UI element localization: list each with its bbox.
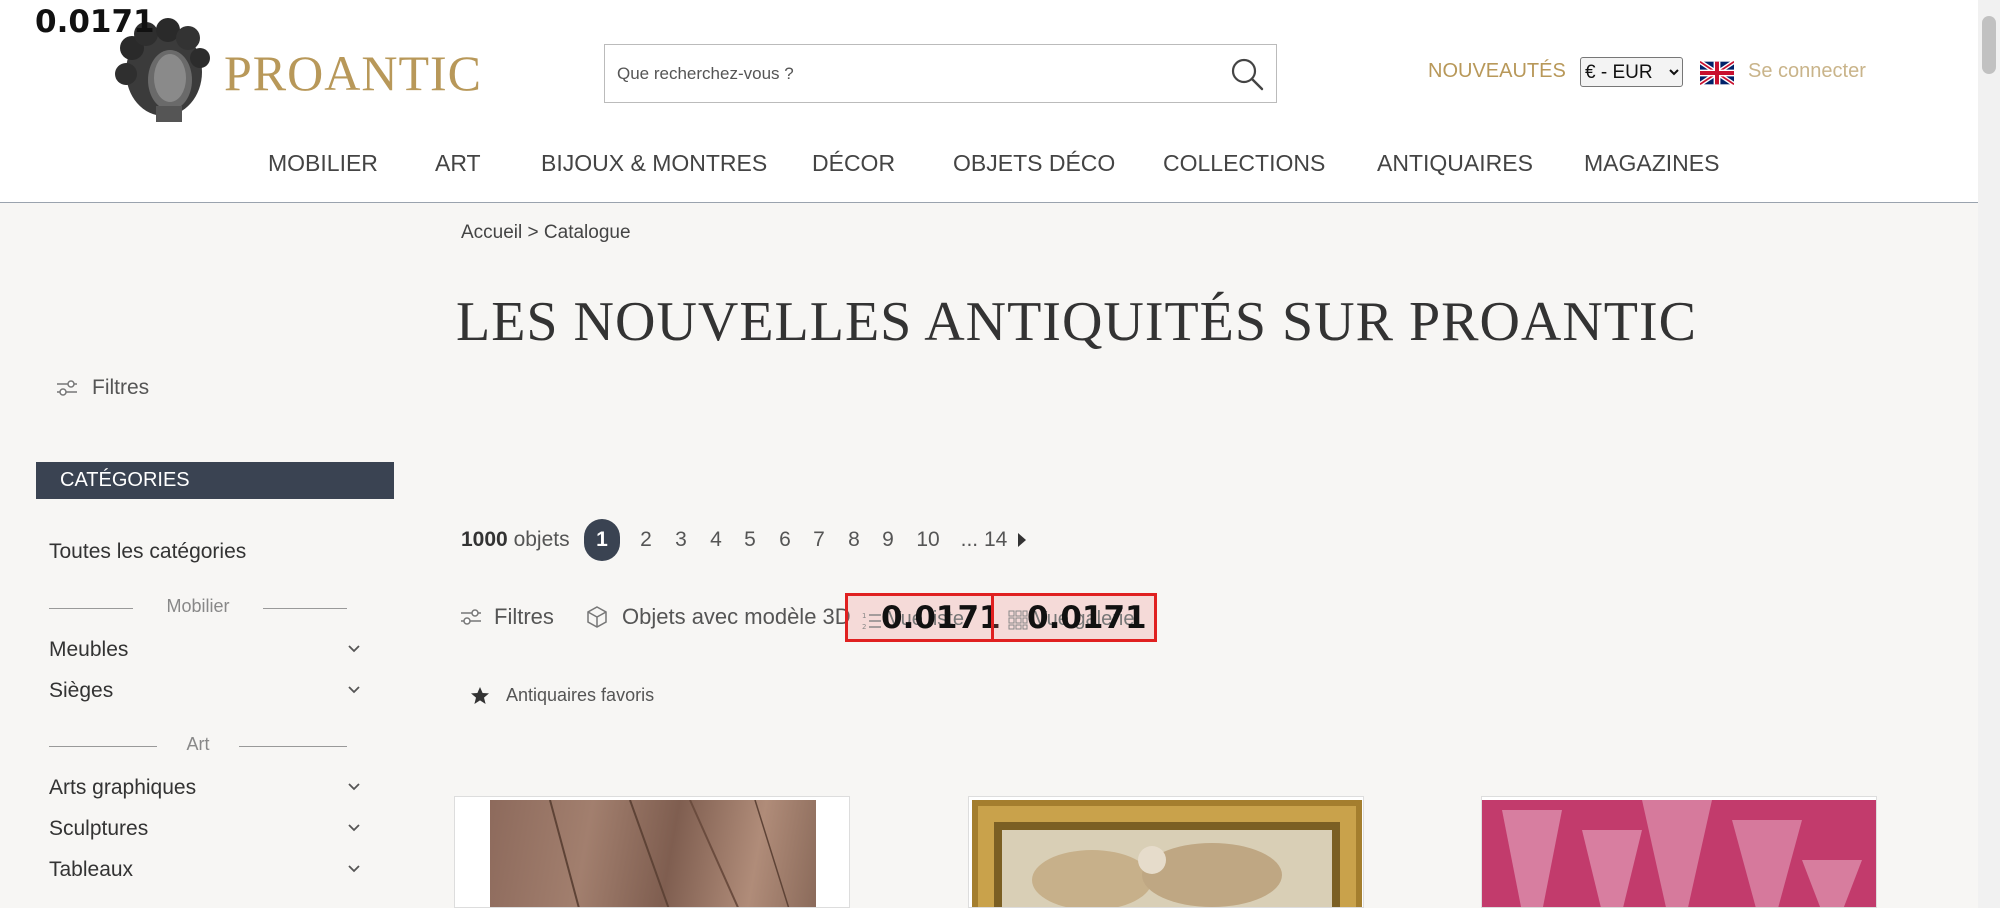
nav-mobilier[interactable]: MOBILIER	[268, 150, 378, 177]
main-filters-label: Filtres	[494, 604, 554, 629]
sidebar-filters-label: Filtres	[92, 376, 150, 399]
objects-3d-label: Objets avec modèle 3D	[622, 604, 851, 629]
filters-icon	[57, 380, 77, 396]
product-image[interactable]	[1482, 800, 1876, 907]
nouveautes-link[interactable]: NOUVEAUTÉS	[1428, 60, 1566, 83]
nav-decor[interactable]: DÉCOR	[812, 150, 895, 177]
page-9[interactable]: 9	[876, 519, 900, 561]
page-1[interactable]: 1	[584, 519, 620, 561]
sidebar-item-sculptures[interactable]: Sculptures	[49, 817, 148, 841]
divider	[239, 746, 347, 747]
item-count: 1000 objets	[461, 528, 570, 552]
sidebar-item-tableaux[interactable]: Tableaux	[49, 858, 133, 882]
overlay-score-gallery: 0.0171	[1027, 600, 1147, 636]
group-mobilier-label: Mobilier	[166, 596, 230, 616]
chevron-down-icon[interactable]	[346, 820, 362, 836]
nav-objets-deco[interactable]: OBJETS DÉCO	[953, 150, 1115, 177]
page-6[interactable]: 6	[773, 519, 797, 561]
sidebar-item-sieges[interactable]: Sièges	[49, 679, 113, 703]
search-bar	[604, 44, 1277, 103]
categories-header: CATÉGORIES	[36, 462, 394, 499]
grid-view-icon	[1008, 610, 1028, 629]
filters-icon	[461, 609, 481, 625]
star-icon	[471, 686, 489, 704]
sidebar-item-arts-graphiques[interactable]: Arts graphiques	[49, 776, 196, 800]
main-nav: MOBILIER ART BIJOUX & MONTRES DÉCOR OBJE…	[0, 150, 1978, 180]
group-mobilier: Mobilier	[49, 596, 347, 620]
page-10[interactable]: 10	[913, 519, 943, 561]
chevron-down-icon[interactable]	[346, 779, 362, 795]
overlay-score-list: 0.0171	[881, 600, 1001, 636]
next-page-icon[interactable]	[1018, 533, 1026, 547]
nav-magazines[interactable]: MAGAZINES	[1584, 150, 1719, 177]
item-count-number: 1000	[461, 528, 508, 551]
overlay-score: 0.0171	[35, 4, 155, 40]
product-card[interactable]	[454, 796, 850, 908]
product-image[interactable]	[490, 799, 816, 907]
nav-art[interactable]: ART	[435, 150, 481, 177]
group-art: Art	[49, 734, 347, 758]
sidebar-item-meubles[interactable]: Meubles	[49, 638, 128, 662]
nav-antiquaires[interactable]: ANTIQUAIRES	[1377, 150, 1533, 177]
divider	[263, 608, 347, 609]
main-filters-button[interactable]: Filtres	[460, 604, 554, 630]
wood-texture	[549, 799, 790, 907]
page-7[interactable]: 7	[807, 519, 831, 561]
svg-text:1: 1	[862, 612, 866, 620]
nav-bijoux-montres[interactable]: BIJOUX & MONTRES	[541, 150, 767, 177]
search-icon[interactable]	[1228, 55, 1266, 93]
search-input[interactable]	[617, 45, 1197, 102]
product-image[interactable]	[972, 800, 1362, 907]
breadcrumb[interactable]: Accueil > Catalogue	[461, 222, 631, 244]
list-view-icon: 1 2	[862, 612, 881, 630]
currency-select[interactable]: € - EUR	[1580, 57, 1683, 87]
chevron-down-icon[interactable]	[346, 861, 362, 877]
page-2[interactable]: 2	[634, 519, 658, 561]
favorite-dealers-button[interactable]: Antiquaires favoris	[470, 685, 654, 706]
page-title: LES NOUVELLES ANTIQUITÉS SUR PROANTIC	[456, 291, 1697, 353]
page-5[interactable]: 5	[738, 519, 762, 561]
view-list-button[interactable]: 1 2 Vue liste 0.0171	[845, 593, 1001, 642]
svg-text:2: 2	[862, 623, 866, 630]
page-last[interactable]: ... 14	[959, 519, 1009, 561]
framed-painting	[972, 800, 1362, 907]
login-link[interactable]: Se connecter	[1748, 60, 1866, 83]
page-3[interactable]: 3	[669, 519, 693, 561]
all-categories-link[interactable]: Toutes les catégories	[49, 540, 246, 564]
view-gallery-button[interactable]: Vue galerie 0.0171	[991, 593, 1157, 642]
logo-text[interactable]: PROANTIC	[224, 44, 482, 102]
page-scrollbar[interactable]	[1978, 0, 2000, 908]
group-art-label: Art	[186, 734, 210, 754]
glassware-photo	[1482, 800, 1876, 907]
chevron-down-icon[interactable]	[346, 682, 362, 698]
page-4[interactable]: 4	[704, 519, 728, 561]
sidebar-filters-button[interactable]: Filtres	[56, 376, 149, 400]
favorite-dealers-label: Antiquaires favoris	[506, 685, 655, 705]
page-8[interactable]: 8	[842, 519, 866, 561]
objects-3d-toggle[interactable]: Objets avec modèle 3D	[584, 604, 851, 630]
product-card[interactable]	[968, 796, 1364, 908]
cube-3d-icon	[587, 606, 607, 628]
chevron-down-icon[interactable]	[346, 641, 362, 657]
nav-collections[interactable]: COLLECTIONS	[1163, 150, 1325, 177]
item-count-label: objets	[513, 528, 570, 551]
site-header: PROANTIC NOUVEAUTÉS € - EUR Se connecter…	[0, 0, 1978, 203]
uk-flag-icon[interactable]	[1700, 60, 1734, 86]
scrollbar-thumb[interactable]	[1982, 16, 1996, 74]
product-card[interactable]	[1481, 796, 1877, 908]
